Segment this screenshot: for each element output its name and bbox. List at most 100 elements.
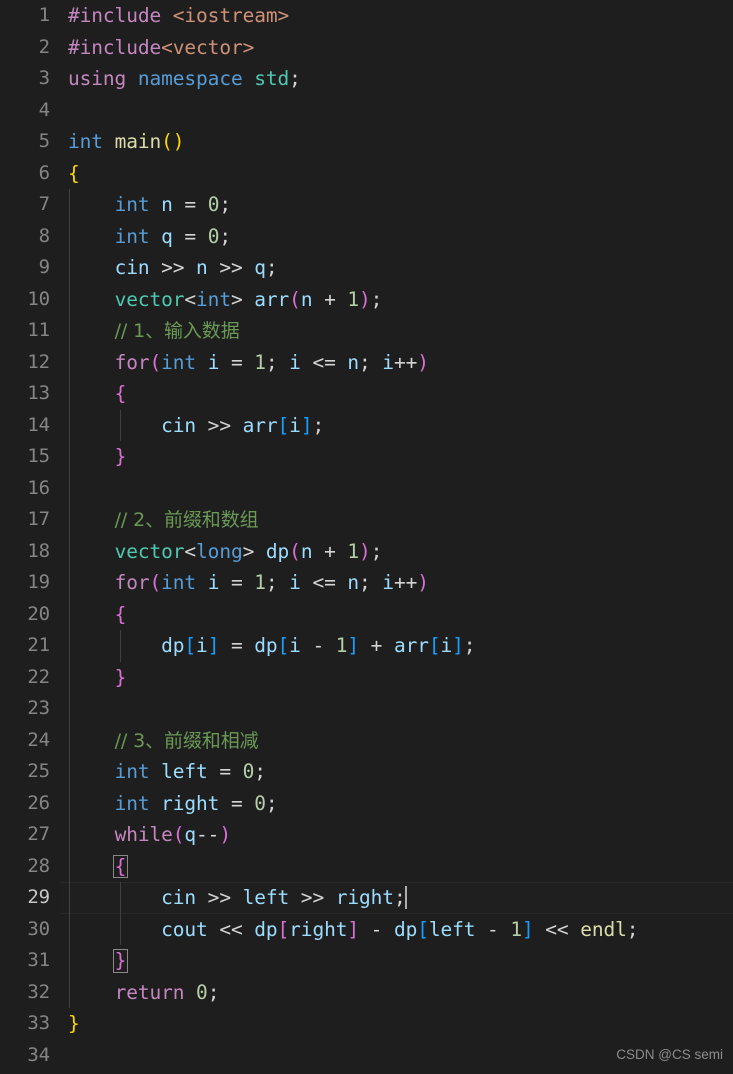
line-number[interactable]: 6	[0, 158, 50, 190]
code-text[interactable]: vector<int> arr(n + 1);	[68, 284, 383, 316]
line-number[interactable]: 31	[0, 945, 50, 977]
code-text[interactable]: {	[68, 599, 127, 631]
code-text[interactable]: int q = 0;	[68, 221, 232, 253]
code-line[interactable]: 6{	[0, 158, 733, 190]
code-text[interactable]: return 0;	[68, 977, 220, 1009]
code-line[interactable]: 29 cin >> left >> right;	[0, 882, 733, 914]
line-number[interactable]: 34	[0, 1040, 50, 1072]
code-line[interactable]: 16	[0, 472, 733, 505]
code-text[interactable]: int right = 0;	[68, 788, 278, 820]
line-number[interactable]: 12	[0, 347, 50, 379]
line-number[interactable]: 29	[0, 882, 50, 914]
code-line[interactable]: 4	[0, 95, 733, 127]
code-text[interactable]: cin >> left >> right;	[68, 882, 407, 914]
code-line[interactable]: 15 }	[0, 441, 733, 473]
code-editor[interactable]: 1 #include <iostream> 2 #include<vector> 3 us…	[0, 0, 733, 1074]
code-line[interactable]: 10 vector<int> arr(n + 1);	[0, 283, 733, 316]
line-number[interactable]: 3	[0, 63, 50, 95]
line-number[interactable]: 8	[0, 221, 50, 253]
line-number[interactable]: 32	[0, 977, 50, 1009]
line-number[interactable]: 1	[0, 0, 50, 32]
line-number[interactable]: 21	[0, 630, 50, 662]
code-line[interactable]: 12 for(int i = 1; i <= n; i++)	[0, 346, 733, 379]
line-number[interactable]: 18	[0, 536, 50, 568]
code-text[interactable]: int n = 0;	[68, 189, 232, 221]
code-text[interactable]: }	[68, 945, 129, 977]
code-line[interactable]: 9 cin >> n >> q;	[0, 252, 733, 284]
code-line[interactable]: 17 // 2、前缀和数组	[0, 504, 733, 536]
code-text[interactable]: while(q--)	[68, 819, 232, 851]
line-number[interactable]: 17	[0, 504, 50, 536]
code-line[interactable]: 11 // 1、输入数据	[0, 315, 733, 347]
code-line[interactable]: 3 using namespace std;	[0, 63, 733, 95]
line-number[interactable]: 5	[0, 126, 50, 158]
line-number[interactable]: 26	[0, 788, 50, 820]
code-line[interactable]: 21 dp[i] = dp[i - 1] + arr[i];	[0, 630, 733, 662]
code-text[interactable]: dp[i] = dp[i - 1] + arr[i];	[68, 630, 475, 662]
code-text[interactable]: cout << dp[right] - dp[left - 1] << endl…	[68, 914, 638, 946]
line-number[interactable]: 13	[0, 378, 50, 410]
code-text[interactable]: cin >> n >> q;	[68, 252, 278, 284]
line-number[interactable]: 7	[0, 189, 50, 221]
code-text[interactable]: }	[68, 662, 127, 694]
code-line[interactable]: 32 return 0;	[0, 976, 733, 1009]
code-line[interactable]: 5 int main()	[0, 126, 733, 158]
code-text[interactable]: // 1、输入数据	[68, 315, 240, 348]
code-lines-container[interactable]: 1 #include <iostream> 2 #include<vector> 3 us…	[0, 0, 733, 1071]
line-number[interactable]: 19	[0, 567, 50, 599]
line-number[interactable]: 9	[0, 252, 50, 284]
code-text[interactable]: }	[68, 1008, 80, 1040]
code-text[interactable]: int left = 0;	[68, 756, 266, 788]
code-text[interactable]: // 2、前缀和数组	[68, 504, 259, 537]
code-text[interactable]: using namespace std;	[68, 63, 301, 95]
code-text[interactable]: // 3、前缀和相减	[68, 725, 259, 758]
code-line[interactable]: 27 while(q--)	[0, 819, 733, 851]
line-number[interactable]: 10	[0, 284, 50, 316]
line-number[interactable]: 4	[0, 95, 50, 127]
line-number[interactable]: 33	[0, 1008, 50, 1040]
line-number[interactable]: 30	[0, 914, 50, 946]
code-line[interactable]: 30 cout << dp[right] - dp[left - 1] << e…	[0, 913, 733, 946]
code-line[interactable]: 13 {	[0, 378, 733, 410]
code-text[interactable]: }	[68, 441, 127, 473]
code-line[interactable]: 26 int right = 0;	[0, 787, 733, 820]
code-line[interactable]: 8 int q = 0;	[0, 220, 733, 253]
code-line[interactable]: 33}	[0, 1008, 733, 1040]
line-number[interactable]: 20	[0, 599, 50, 631]
line-number[interactable]: 27	[0, 819, 50, 851]
line-number[interactable]: 23	[0, 693, 50, 725]
code-line[interactable]: 22 }	[0, 661, 733, 694]
code-token: ;	[370, 287, 383, 311]
code-line[interactable]: 1 #include <iostream>	[0, 0, 733, 32]
code-text[interactable]: cin >> arr[i];	[68, 410, 324, 442]
code-text[interactable]: {	[68, 158, 80, 190]
line-number[interactable]: 24	[0, 725, 50, 757]
code-line[interactable]: 23	[0, 693, 733, 725]
line-number[interactable]: 15	[0, 441, 50, 473]
code-text[interactable]: {	[68, 851, 129, 883]
code-line[interactable]: 24 // 3、前缀和相减	[0, 724, 733, 758]
code-line[interactable]: 7 int n = 0;	[0, 189, 733, 221]
line-number[interactable]: 25	[0, 756, 50, 788]
code-line[interactable]: 20 {	[0, 598, 733, 631]
line-number[interactable]: 11	[0, 315, 50, 347]
code-line[interactable]: 18 vector<long> dp(n + 1);	[0, 535, 733, 568]
line-number[interactable]: 28	[0, 851, 50, 883]
code-line[interactable]: 14 cin >> arr[i];	[0, 409, 733, 442]
code-text[interactable]: for(int i = 1; i <= n; i++)	[68, 347, 429, 379]
line-number[interactable]: 14	[0, 410, 50, 442]
code-text[interactable]: #include <iostream>	[68, 0, 289, 32]
code-text[interactable]: int main()	[68, 126, 185, 158]
code-text[interactable]: #include<vector>	[68, 32, 254, 64]
code-text[interactable]: {	[68, 378, 127, 410]
code-line[interactable]: 25 int left = 0;	[0, 756, 733, 788]
code-text[interactable]: for(int i = 1; i <= n; i++)	[68, 567, 429, 599]
code-line[interactable]: 2 #include<vector>	[0, 32, 733, 64]
code-line[interactable]: 19 for(int i = 1; i <= n; i++)	[0, 567, 733, 599]
code-text[interactable]: vector<long> dp(n + 1);	[68, 536, 383, 568]
line-number[interactable]: 22	[0, 662, 50, 694]
line-number[interactable]: 2	[0, 32, 50, 64]
code-line[interactable]: 28 {	[0, 850, 733, 883]
code-line[interactable]: 31 }	[0, 945, 733, 977]
line-number[interactable]: 16	[0, 473, 50, 505]
